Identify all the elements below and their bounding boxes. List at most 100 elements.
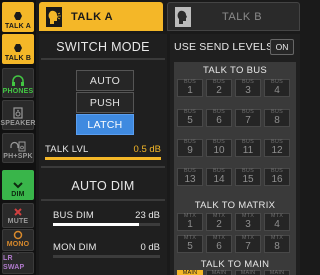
bus-dim-slider[interactable] bbox=[53, 223, 160, 226]
matrix-6-button-number: 6 bbox=[216, 241, 222, 253]
matrix-2-button-number: 2 bbox=[216, 219, 222, 231]
bus-1-button-number: 1 bbox=[187, 85, 193, 97]
bus-4-button[interactable]: BUS 4 bbox=[264, 79, 290, 97]
phones-speaker-icon bbox=[10, 141, 26, 152]
bus-9-button[interactable]: BUS 9 bbox=[177, 139, 203, 157]
routing-grid: TALK TO BUS BUS 1 BUS 2 BUS 3 BUS 4 BUS 5 BUS 6 BUS 7… bbox=[174, 62, 296, 275]
speaker-icon bbox=[13, 107, 23, 119]
talk-a-label: TALK A bbox=[4, 23, 32, 30]
bus-6-button[interactable]: BUS 6 bbox=[206, 109, 232, 127]
bus-2-button[interactable]: BUS 2 bbox=[206, 79, 232, 97]
matrix-5-button[interactable]: MTX 5 bbox=[177, 235, 203, 253]
use-send-levels-label: USE SEND LEVELS bbox=[174, 41, 274, 53]
bus-3-button[interactable]: BUS 3 bbox=[235, 79, 261, 97]
bus-12-button-number: 12 bbox=[271, 145, 283, 157]
talk-a-head-icon bbox=[46, 6, 62, 27]
matrix-8-button-number: 8 bbox=[274, 241, 280, 253]
x-icon bbox=[14, 208, 22, 216]
talk-to-matrix-title: TALK TO MATRIX bbox=[194, 200, 276, 211]
mon-dim-value: 0 dB bbox=[140, 242, 160, 253]
tab-talk-b-label: TALK B bbox=[222, 10, 263, 23]
mute-button[interactable]: MUTE bbox=[2, 203, 34, 228]
main-2-button[interactable]: MAIN2 bbox=[206, 270, 232, 275]
matrix-3-button-number: 3 bbox=[245, 219, 251, 231]
tab-talk-a-label: TALK A bbox=[71, 10, 114, 23]
phones-plus-speaker-label: PH+SPK bbox=[3, 153, 33, 160]
talk-level-value: 0.5 dB bbox=[133, 144, 161, 155]
bus-15-button-number: 15 bbox=[242, 174, 254, 186]
bus-13-button-number: 13 bbox=[184, 174, 196, 186]
talk-level-slider[interactable] bbox=[45, 157, 161, 160]
phones-button[interactable]: PHONES bbox=[2, 68, 34, 98]
bus-dim-slider-fill bbox=[53, 223, 139, 226]
mode-auto-button[interactable]: AUTO bbox=[76, 70, 134, 91]
phones-label: PHONES bbox=[2, 88, 34, 95]
mode-latch-button[interactable]: LATCH bbox=[76, 114, 134, 135]
lr-swap-button[interactable]: LR SWAP bbox=[2, 252, 34, 274]
monitor-sidebar: TALK A TALK B PHONES SPEAKER PH+SPK DIM … bbox=[0, 0, 36, 275]
matrix-3-button[interactable]: MTX 3 bbox=[235, 213, 261, 231]
talk-to-main-title: TALK TO MAIN bbox=[200, 259, 270, 270]
main-1-button-tag: MAIN bbox=[182, 269, 198, 275]
mode-push-button[interactable]: PUSH bbox=[76, 92, 134, 113]
bus-10-button[interactable]: BUS 10 bbox=[206, 139, 232, 157]
main-3-button[interactable]: MAIN3 bbox=[235, 270, 261, 275]
switch-mode-title: SWITCH MODE bbox=[56, 40, 150, 54]
mono-circle-icon bbox=[13, 230, 23, 240]
speaker-label: SPEAKER bbox=[0, 120, 36, 127]
bus-8-button-number: 8 bbox=[274, 115, 280, 127]
matrix-8-button[interactable]: MTX 8 bbox=[264, 235, 290, 253]
bus-5-button[interactable]: BUS 5 bbox=[177, 109, 203, 127]
bus-8-button[interactable]: BUS 8 bbox=[264, 109, 290, 127]
matrix-7-button[interactable]: MTX 7 bbox=[235, 235, 261, 253]
bus-6-button-number: 6 bbox=[216, 115, 222, 127]
bus-16-button[interactable]: BUS 16 bbox=[264, 168, 290, 186]
matrix-1-button[interactable]: MTX 1 bbox=[177, 213, 203, 231]
mute-label: MUTE bbox=[7, 218, 29, 225]
bus-13-button[interactable]: BUS 13 bbox=[177, 168, 203, 186]
matrix-6-button[interactable]: MTX 6 bbox=[206, 235, 232, 253]
chevron-down-icon bbox=[13, 182, 23, 189]
mon-dim-label: MON DIM bbox=[53, 242, 97, 253]
main-1-button[interactable]: MAIN1 bbox=[177, 270, 203, 275]
bus-7-button-number: 7 bbox=[245, 115, 251, 127]
talk-to-bus-title: TALK TO BUS bbox=[202, 65, 267, 76]
bus-7-button[interactable]: BUS 7 bbox=[235, 109, 261, 127]
talk-b-label: TALK B bbox=[4, 55, 32, 62]
talk-b-button[interactable]: TALK B bbox=[2, 34, 34, 64]
divider bbox=[41, 166, 165, 168]
bus-12-button[interactable]: BUS 12 bbox=[264, 139, 290, 157]
headphones-icon bbox=[12, 75, 24, 86]
bus-11-button[interactable]: BUS 11 bbox=[235, 139, 261, 157]
phones-plus-speaker-button[interactable]: PH+SPK bbox=[2, 133, 34, 163]
matrix-4-button-number: 4 bbox=[274, 219, 280, 231]
matrix-7-button-number: 7 bbox=[245, 241, 251, 253]
dim-label: DIM bbox=[11, 191, 25, 198]
bus-1-button[interactable]: BUS 1 bbox=[177, 79, 203, 97]
main-2-button-tag: MAIN bbox=[211, 269, 227, 275]
main-4-button[interactable]: MAIN4 bbox=[264, 270, 290, 275]
talk-a-icon bbox=[14, 12, 22, 20]
matrix-4-button[interactable]: MTX 4 bbox=[264, 213, 290, 231]
matrix-5-button-number: 5 bbox=[187, 241, 193, 253]
tab-talk-b[interactable]: TALK B bbox=[167, 2, 300, 31]
bus-10-button-number: 10 bbox=[213, 145, 225, 157]
mon-dim-slider[interactable] bbox=[53, 255, 160, 258]
lr-swap-label: LR SWAP bbox=[3, 255, 25, 271]
bus-11-button-number: 11 bbox=[242, 145, 254, 157]
divider bbox=[41, 58, 165, 60]
tab-talk-a[interactable]: TALK A bbox=[39, 2, 163, 31]
talk-a-button[interactable]: TALK A bbox=[2, 2, 34, 32]
auto-dim-title: AUTO DIM bbox=[71, 179, 135, 193]
bus-14-button[interactable]: BUS 14 bbox=[206, 168, 232, 186]
bus-15-button[interactable]: BUS 15 bbox=[235, 168, 261, 186]
speaker-button[interactable]: SPEAKER bbox=[0, 100, 36, 130]
matrix-2-button[interactable]: MTX 2 bbox=[206, 213, 232, 231]
mono-button[interactable]: MONO bbox=[2, 229, 34, 251]
talk-routing-panel: USE SEND LEVELS ON TALK TO BUS BUS 1 BUS 2 B… bbox=[170, 34, 300, 275]
dim-button[interactable]: DIM bbox=[2, 170, 34, 200]
main-3-button-tag: MAIN bbox=[240, 269, 256, 275]
bus-9-button-number: 9 bbox=[187, 145, 193, 157]
talk-level-slider-fill bbox=[45, 157, 161, 160]
use-send-levels-toggle[interactable]: ON bbox=[270, 39, 294, 55]
